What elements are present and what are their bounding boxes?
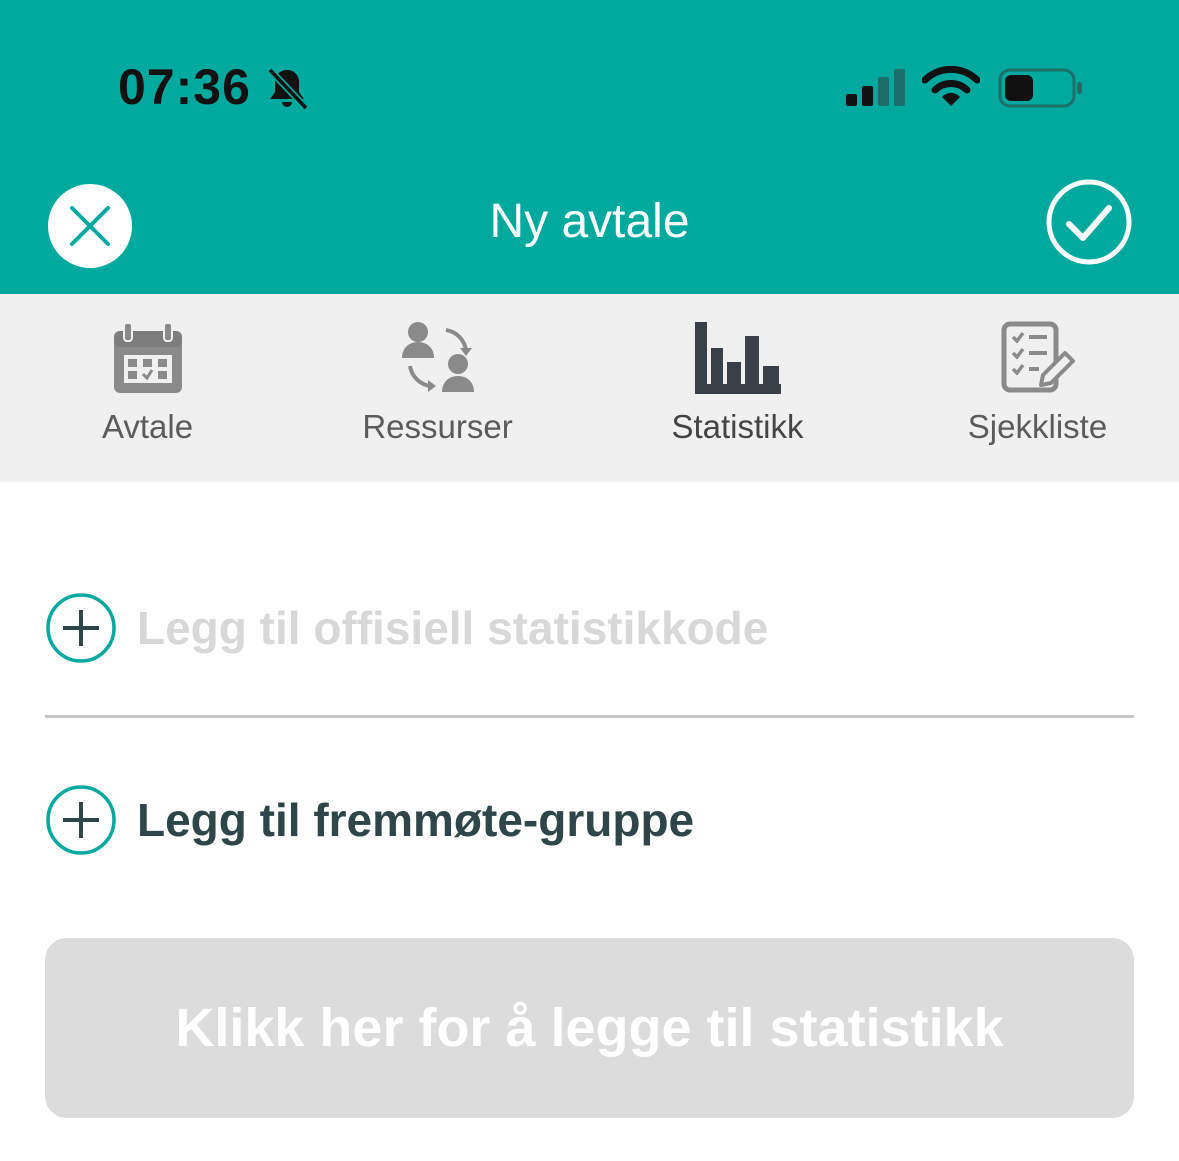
battery-icon [998,68,1082,108]
plus-circle-icon [46,785,116,855]
cellular-signal-icon [846,69,905,106]
confirm-button[interactable] [1045,178,1133,266]
add-attendance-group-label: Legg til fremmøte-gruppe [137,794,695,846]
checkmark-circle-icon [1046,179,1132,265]
tab-bar: Avtale Ressurser Statistikk Sjekkliste [0,294,1179,482]
tab-ressurser[interactable]: Ressurser [290,294,585,482]
divider [45,715,1134,718]
people-exchange-icon [401,322,474,392]
calendar-icon [113,322,182,393]
add-stat-code-row[interactable]: Legg til offisiell statistikkode [45,592,768,664]
page-title: Ny avtale [489,195,690,248]
bell-slash-icon [267,67,309,111]
top-bar: 07:36 Ny avtale [0,0,1179,294]
tab-sjekkliste[interactable]: Sjekkliste [890,294,1179,482]
tab-label: Ressurser [362,408,513,445]
tab-statistikk[interactable]: Statistikk [590,294,885,482]
wifi-icon [922,66,980,106]
checklist-icon [1001,321,1075,393]
plus-circle-icon [46,593,116,663]
tab-avtale[interactable]: Avtale [0,294,295,482]
tab-label: Statistikk [671,408,804,445]
add-statistics-button[interactable]: Klikk her for å legge til statistikk [45,938,1134,1118]
status-time: 07:36 [118,59,251,115]
add-attendance-group-row[interactable]: Legg til fremmøte-gruppe [45,784,694,856]
add-stat-code-label: Legg til offisiell statistikkode [137,602,769,654]
tab-label: Avtale [101,408,194,445]
tab-label: Sjekkliste [967,408,1108,445]
bar-chart-icon [694,322,781,394]
